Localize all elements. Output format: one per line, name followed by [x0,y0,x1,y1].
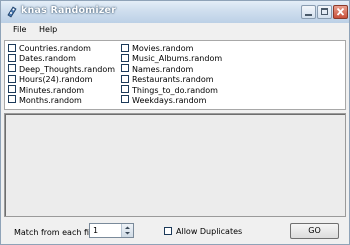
file-column-right: Movies.random Music_Albums.random Names.… [121,43,223,106]
maximize-button[interactable] [317,5,332,19]
match-label: Match from each file [14,228,97,237]
minimize-icon [305,14,312,16]
output-area[interactable] [4,113,346,217]
spinner-button[interactable] [121,224,133,237]
checkbox[interactable] [8,85,16,94]
allow-duplicates-checkbox[interactable] [164,226,172,235]
file-label: Restaurants.random [132,75,214,85]
file-label: Names.random [132,64,194,74]
checkbox[interactable] [121,64,129,73]
checkbox[interactable] [121,53,129,62]
window-title: knas Randomizer [21,5,117,16]
go-button[interactable]: GO [290,223,339,239]
close-icon [336,7,345,16]
checkbox[interactable] [121,85,129,94]
file-item-dates[interactable]: Dates.random [8,53,115,64]
file-label: Deep_Thoughts.random [19,64,116,74]
file-item-names[interactable]: Names.random [121,64,222,75]
menu-help[interactable]: Help [39,25,57,34]
file-label: Music_Albums.random [132,54,223,64]
checkbox[interactable] [8,43,16,52]
spinner-icon [125,226,130,235]
file-item-restaurants[interactable]: Restaurants.random [121,74,222,85]
file-item-deep-thoughts[interactable]: Deep_Thoughts.random [8,64,116,75]
file-label: Minutes.random [19,85,85,95]
file-item-things-to-do[interactable]: Things_to_do.random [121,85,222,96]
file-column-left: Countries.random Dates.random Deep_Thoug… [8,43,116,106]
checkbox[interactable] [8,64,16,73]
checkbox[interactable] [8,74,16,83]
file-item-hours[interactable]: Hours(24).random [8,74,115,85]
checkbox[interactable] [121,43,129,52]
menu-file[interactable]: File [13,25,26,34]
title-bar[interactable]: knas Randomizer [1,1,349,24]
file-label: Weekdays.random [132,95,207,105]
file-label: Months.random [19,95,82,105]
maximize-icon [321,8,328,15]
file-item-countries[interactable]: Countries.random [8,43,115,54]
file-label: Hours(24).random [19,75,93,85]
file-item-minutes[interactable]: Minutes.random [8,85,115,96]
file-label: Movies.random [132,44,194,53]
checkbox[interactable] [121,95,129,104]
file-label: Dates.random [19,54,76,64]
minimize-button[interactable] [301,5,316,19]
match-count-value[interactable]: 1 [93,226,98,235]
dice-icon [7,6,17,18]
close-button[interactable] [333,5,348,19]
file-item-movies[interactable]: Movies.random [121,43,222,54]
file-label: Countries.random [19,44,91,53]
file-checklist: Countries.random Dates.random Deep_Thoug… [4,40,346,110]
match-count-stepper[interactable]: 1 [89,223,134,238]
allow-duplicates-label: Allow Duplicates [176,227,243,236]
allow-duplicates-option[interactable]: Allow Duplicates [164,226,243,236]
file-item-music-albums[interactable]: Music_Albums.random [121,53,223,64]
checkbox[interactable] [8,53,16,62]
file-label: Things_to_do.random [132,85,218,95]
menu-bar: File Help [1,23,349,38]
file-item-months[interactable]: Months.random [8,95,115,106]
checkbox[interactable] [121,74,129,83]
app-window: knas Randomizer File Help Countries.rand… [0,0,350,245]
checkbox[interactable] [8,95,16,104]
file-item-weekdays[interactable]: Weekdays.random [121,95,222,106]
